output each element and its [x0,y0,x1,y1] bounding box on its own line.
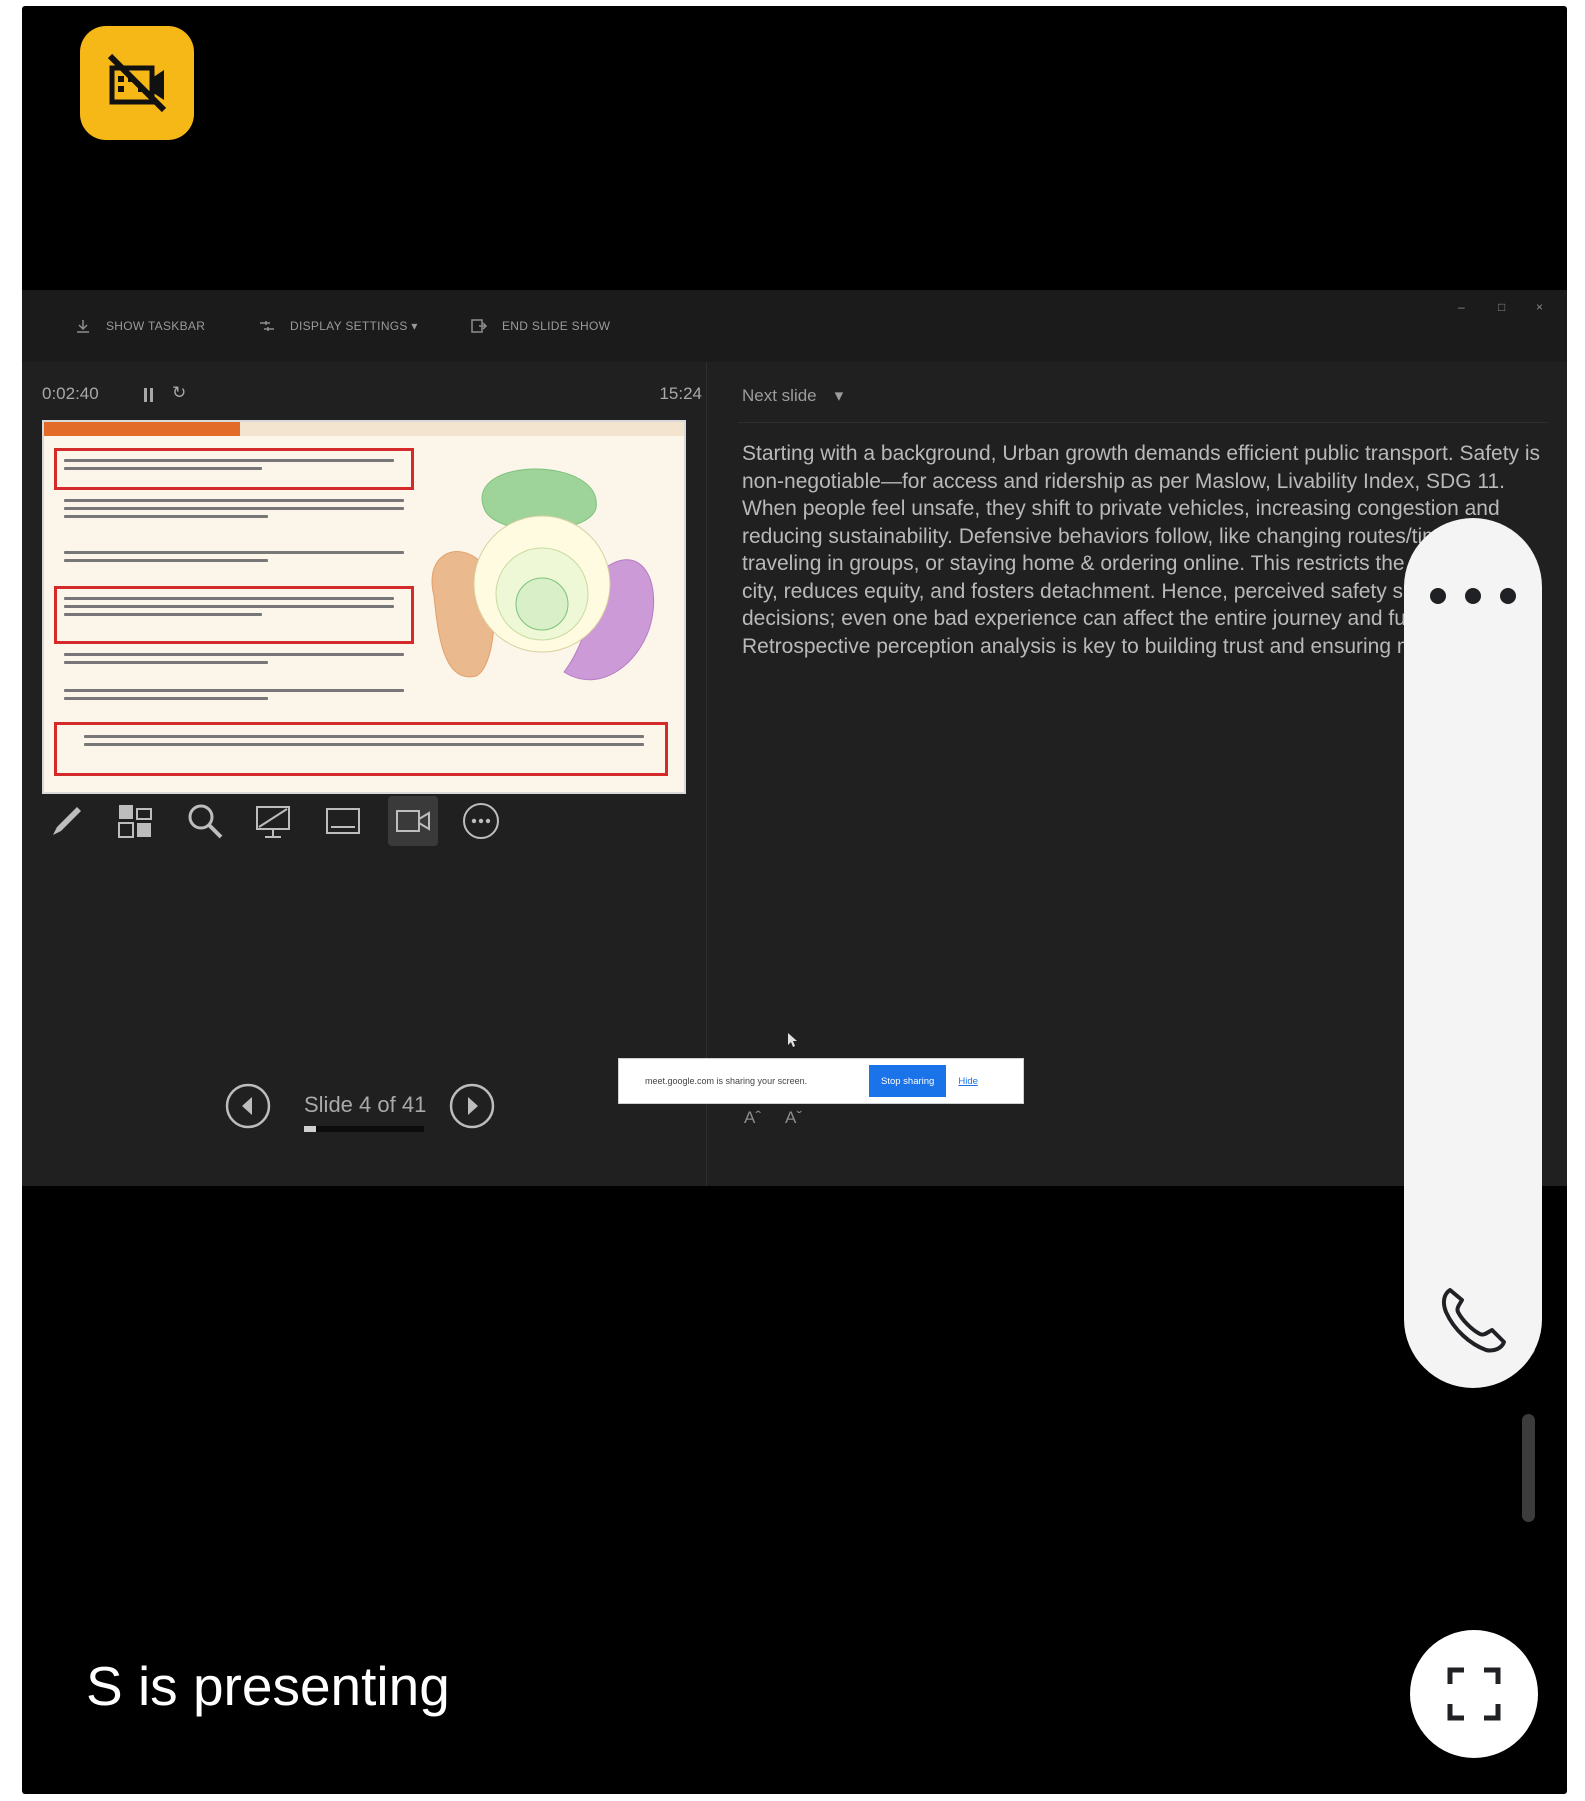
camera-off-badge [80,26,194,140]
pen-icon [53,807,81,835]
dot [1430,588,1446,604]
next-slide-header[interactable]: Next slide ▾ [742,386,843,406]
slide-safety-diagram [431,468,655,681]
restore-button[interactable]: □ [1498,300,1505,314]
minimize-button[interactable]: – [1458,300,1465,314]
leave-call-button[interactable] [1432,1278,1514,1360]
end-slide-show-button[interactable]: END SLIDE SHOW [470,314,610,338]
dot [1465,588,1481,604]
presenter-tools [42,796,502,852]
slide-bullet-text [64,684,404,705]
see-all-slides-icon [118,805,152,838]
current-slide-pane: 0:02:40 ↻ 15:24 Slide 4 of 41 [22,362,706,1186]
camera-off-icon [107,53,167,113]
taskbar-icon [77,320,89,333]
call-controls-pill [1404,518,1542,1388]
meeting-stage: SHOW TASKBAR DISPLAY SETTINGS ▾ END SLID… [22,6,1567,1794]
fullscreen-icon [1447,1667,1501,1721]
slide-bullet-text [64,546,404,567]
timer-row: 0:02:40 ↻ 15:24 [42,383,702,410]
chevron-right-icon [449,1083,495,1129]
end-show-icon [471,319,488,333]
chevron-down-icon: ▾ [834,386,844,405]
close-button[interactable]: × [1536,300,1543,314]
pen-tool-button[interactable] [42,796,92,846]
slide-progress-fill [304,1126,316,1132]
slide-bullet-text [64,494,404,523]
notes-font-size-controls: Aˆ Aˇ [744,1108,802,1128]
subtitles-icon [326,808,360,834]
more-slide-show-options-button[interactable] [456,796,506,846]
dot [1500,588,1516,604]
chevron-left-icon [225,1083,271,1129]
black-screen-button[interactable] [248,796,298,846]
see-all-slides-button[interactable] [110,796,160,846]
camera-toggle-button[interactable] [388,796,438,846]
display-settings-label: DISPLAY SETTINGS ▾ [290,319,418,333]
display-settings-button[interactable]: DISPLAY SETTINGS ▾ [258,314,418,338]
reset-timer-icon[interactable]: ↻ [172,383,186,403]
slide-progress-bar [304,1126,424,1132]
phone-icon [1441,1288,1506,1353]
more-options-icon [463,803,499,839]
presenter-toolbar: SHOW TASKBAR DISPLAY SETTINGS ▾ END SLID… [22,290,1567,362]
screen-share-notification: meet.google.com is sharing your screen. … [618,1058,1024,1104]
slide-bullet-text [84,730,644,751]
increase-font-button[interactable]: Aˆ [744,1108,761,1128]
black-screen-icon [256,806,290,838]
elapsed-timer: 0:02:40 [42,384,99,403]
hide-share-bar-link[interactable]: Hide [958,1076,978,1087]
end-slide-show-label: END SLIDE SHOW [502,319,611,333]
current-time: 15:24 [659,384,702,403]
video-camera-icon [396,810,430,832]
subtitles-button[interactable] [318,796,368,846]
zoom-icon [188,804,223,839]
previous-slide-button[interactable] [224,1082,272,1130]
scrollbar-segment[interactable] [1522,1414,1535,1522]
presenter-status: S is presenting [86,1655,450,1717]
slide-bullet-text [64,648,404,669]
share-message: meet.google.com is sharing your screen. [645,1076,808,1086]
show-taskbar-label: SHOW TASKBAR [106,319,206,333]
current-slide-thumbnail[interactable] [42,420,686,794]
show-taskbar-button[interactable]: SHOW TASKBAR [74,314,205,338]
display-icon [260,321,274,331]
notes-divider [738,422,1548,423]
next-slide-label: Next slide [742,386,817,405]
stop-sharing-button[interactable]: Stop sharing [869,1065,947,1097]
slide-section-tag [44,422,240,436]
slide-navigation: Slide 4 of 41 [224,1082,524,1142]
zoom-button[interactable] [180,796,230,846]
slide-bullet-text [64,454,394,475]
next-slide-button[interactable] [448,1082,496,1130]
more-options-button[interactable] [1430,588,1516,608]
fullscreen-button[interactable] [1410,1630,1538,1758]
decrease-font-button[interactable]: Aˇ [785,1108,802,1128]
slide-counter: Slide 4 of 41 [304,1092,427,1117]
mouse-cursor-icon [788,1033,797,1047]
shared-presenter-view: SHOW TASKBAR DISPLAY SETTINGS ▾ END SLID… [22,290,1567,1186]
slide-bullet-text [64,592,394,621]
pause-timer-icon[interactable] [144,388,154,402]
